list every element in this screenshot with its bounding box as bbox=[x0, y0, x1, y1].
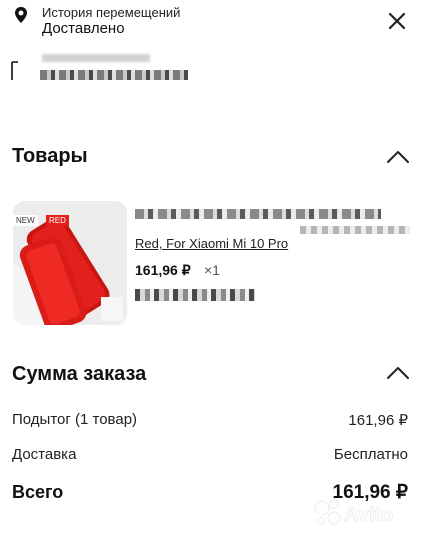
products-section-title: Товары bbox=[12, 145, 88, 167]
avito-logo-icon: Avito bbox=[314, 499, 394, 526]
tracking-history-row[interactable]: История перемещений Доставлено bbox=[0, 0, 422, 44]
product-image[interactable]: NEW RED bbox=[13, 201, 127, 325]
subtotal-value: 161,96 ₽ bbox=[348, 412, 408, 429]
delivery-service-label bbox=[42, 54, 150, 62]
product-name-link[interactable]: Red, For Xiaomi Mi 10 Pro bbox=[135, 236, 288, 251]
delivery-value: Бесплатно bbox=[333, 446, 408, 463]
product-quantity: ×1 bbox=[204, 262, 220, 278]
document-icon bbox=[11, 61, 18, 80]
delivery-service-value bbox=[40, 70, 188, 80]
subtotal-label: Подытог (1 товар) bbox=[12, 411, 138, 428]
chevron-right-icon[interactable] bbox=[386, 10, 408, 32]
chevron-up-icon[interactable] bbox=[386, 365, 410, 381]
tag-new: NEW bbox=[13, 215, 38, 226]
delivery-label: Доставка bbox=[12, 446, 77, 463]
product-title-blurred bbox=[135, 209, 381, 219]
delivery-service-row bbox=[0, 48, 422, 88]
delivery-status: Доставлено bbox=[42, 20, 125, 37]
tag-red: RED bbox=[46, 215, 69, 226]
tracking-history-label: История перемещений bbox=[42, 5, 181, 20]
location-pin-icon bbox=[15, 7, 27, 23]
product-price: 161,96 ₽ bbox=[135, 262, 191, 278]
svg-text:Avito: Avito bbox=[344, 504, 393, 526]
product-variant-blurred bbox=[135, 289, 255, 301]
chevron-up-icon[interactable] bbox=[386, 149, 410, 165]
total-label: Всего bbox=[12, 482, 64, 502]
order-summary-title: Сумма заказа bbox=[12, 363, 147, 385]
product-title-blurred-end bbox=[300, 226, 410, 234]
avito-watermark: Avito bbox=[312, 496, 412, 532]
